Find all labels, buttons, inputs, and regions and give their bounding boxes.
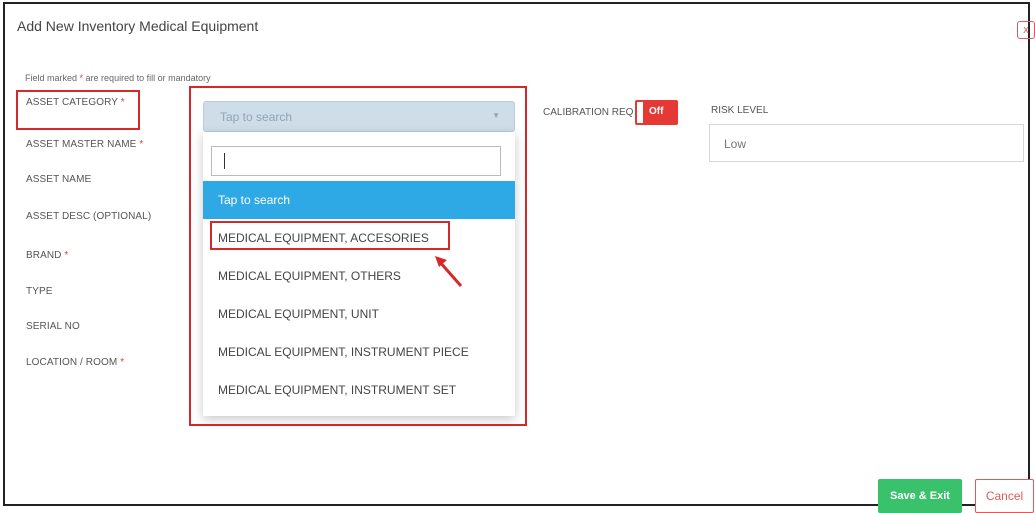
calibration-toggle[interactable]: Off <box>635 100 678 125</box>
label-text: ASSET MASTER NAME <box>26 139 137 150</box>
risk-level-value: Low <box>724 137 747 151</box>
label-text: LOCATION / ROOM <box>26 357 118 368</box>
label-highlight-box <box>16 90 140 130</box>
required-star: * <box>120 357 125 368</box>
label-type: TYPE <box>26 286 53 297</box>
risk-level-field[interactable]: Low <box>709 124 1024 162</box>
label-serial-no: SERIAL NO <box>26 321 80 332</box>
label-text: ASSET DESC (OPTIONAL) <box>26 211 152 222</box>
dropdown-highlight-box <box>189 86 527 426</box>
save-exit-button[interactable]: Save & Exit <box>878 479 962 513</box>
toggle-state: Off <box>649 106 664 117</box>
risk-level-label: RISK LEVEL <box>711 105 769 116</box>
required-note-suffix: are required to fill or mandatory <box>83 73 211 83</box>
label-asset-master-name: ASSET MASTER NAME * <box>26 139 143 150</box>
toggle-knob <box>637 102 643 123</box>
required-note-prefix: Field marked <box>25 73 80 83</box>
label-text: SERIAL NO <box>26 321 80 332</box>
label-text: BRAND <box>26 250 62 261</box>
required-star: * <box>139 139 144 150</box>
label-location-room: LOCATION / ROOM * <box>26 357 124 368</box>
option-highlight-box <box>210 221 450 250</box>
close-icon[interactable]: x <box>1017 21 1035 39</box>
label-text: ASSET NAME <box>26 174 92 185</box>
required-star: * <box>64 250 69 261</box>
label-asset-desc: ASSET DESC (OPTIONAL) <box>26 211 151 222</box>
calibration-label: CALIBRATION REQ <box>543 107 634 118</box>
annotation-arrow-icon <box>435 256 463 287</box>
label-asset-name: ASSET NAME <box>26 174 91 185</box>
cancel-button[interactable]: Cancel <box>975 479 1034 513</box>
modal-title: Add New Inventory Medical Equipment <box>17 18 259 34</box>
required-note: Field marked * are required to fill or m… <box>25 73 211 83</box>
modal-dialog: Add New Inventory Medical Equipment x Fi… <box>3 2 1035 513</box>
label-brand: BRAND * <box>26 250 68 261</box>
label-text: TYPE <box>26 286 53 297</box>
